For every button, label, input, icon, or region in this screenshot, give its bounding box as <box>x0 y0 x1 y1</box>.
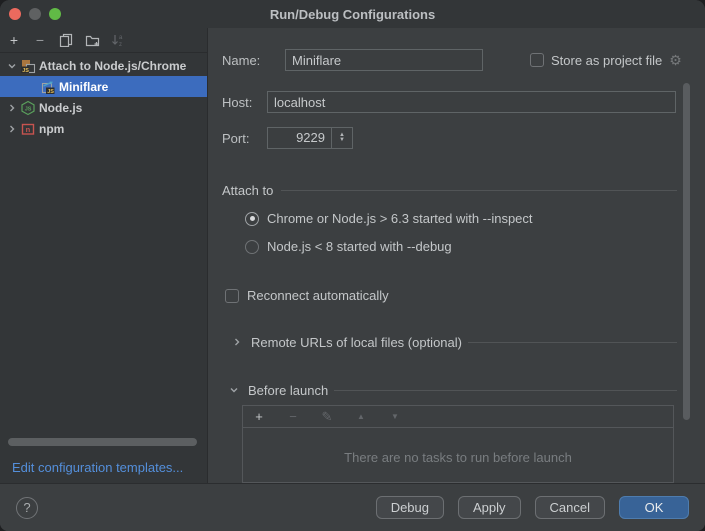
apply-button[interactable]: Apply <box>458 496 521 519</box>
radio-unselected-icon <box>245 240 259 254</box>
configuration-form: Name: Store as project file ⚙ Host: Port… <box>208 28 705 483</box>
svg-text:JS: JS <box>25 106 32 112</box>
svg-text:z: z <box>119 42 122 47</box>
name-input[interactable] <box>285 49 483 71</box>
minus-icon: − <box>289 410 297 424</box>
help-button[interactable]: ? <box>16 497 38 519</box>
radio-label: Chrome or Node.js > 6.3 started with --i… <box>267 211 533 226</box>
tree-item-attach-to-nodejs-chrome[interactable]: JS Attach to Node.js/Chrome <box>0 55 207 76</box>
store-as-project-file-checkbox[interactable] <box>530 53 544 67</box>
tree-item-label: Attach to Node.js/Chrome <box>39 59 186 73</box>
tree-item-label: Miniflare <box>59 80 108 94</box>
configurations-sidebar: + − <box>0 28 208 483</box>
reconnect-automatically-checkbox-row[interactable]: Reconnect automatically <box>225 288 389 303</box>
attach-config-type-icon: JS <box>20 58 36 74</box>
tree-item-label: npm <box>39 122 64 136</box>
stepper-down-icon: ▼ <box>339 138 345 143</box>
dialog-title: Run/Debug Configurations <box>0 7 705 22</box>
store-as-project-file-label: Store as project file <box>551 53 662 68</box>
configurations-tree: JS Attach to Node.js/Chrome JS <box>0 53 207 139</box>
minus-icon: − <box>36 33 44 47</box>
sort-configurations-icon[interactable]: a z <box>110 32 126 48</box>
attach-to-label: Attach to <box>222 183 273 198</box>
remove-configuration-icon[interactable]: − <box>32 32 48 48</box>
radio-selected-icon <box>245 212 259 226</box>
npm-icon: n <box>20 121 36 137</box>
sort-alphabetically-icon: a z <box>111 33 125 47</box>
remote-urls-label: Remote URLs of local files (optional) <box>251 335 462 350</box>
zoom-window-button[interactable] <box>49 8 61 20</box>
separator-line <box>334 390 677 391</box>
plus-icon: + <box>255 410 263 424</box>
port-input[interactable]: 9229 ▲ ▼ <box>267 127 353 149</box>
attach-to-section-header: Attach to <box>222 183 677 197</box>
nodejs-icon: JS <box>20 100 36 116</box>
port-label: Port: <box>222 131 249 146</box>
before-launch-tasks-panel: + − ✎ ▲ ▼ There are no tasks to run <box>242 405 674 483</box>
reconnect-checkbox[interactable] <box>225 289 239 303</box>
chevron-down-icon <box>226 385 242 395</box>
gear-icon[interactable]: ⚙ <box>669 53 682 67</box>
plus-icon: + <box>10 33 18 47</box>
form-vertical-scrollbar[interactable] <box>683 83 690 420</box>
copy-configuration-icon[interactable] <box>58 32 74 48</box>
tree-item-npm[interactable]: n npm <box>0 118 207 139</box>
add-configuration-icon[interactable]: + <box>6 32 22 48</box>
minimize-window-button[interactable] <box>29 8 41 20</box>
host-label: Host: <box>222 95 252 110</box>
new-folder-icon[interactable] <box>84 32 100 48</box>
chevron-down-icon[interactable] <box>4 61 20 71</box>
copy-icon <box>59 33 73 47</box>
titlebar: Run/Debug Configurations <box>0 0 705 28</box>
remote-urls-section-header[interactable]: Remote URLs of local files (optional) <box>225 335 677 349</box>
before-launch-label: Before launch <box>248 383 328 398</box>
svg-text:JS: JS <box>22 67 29 73</box>
dialog-footer: ? Debug Apply Cancel OK <box>0 483 705 531</box>
footer-buttons: Debug Apply Cancel OK <box>376 496 689 519</box>
host-input[interactable] <box>267 91 676 113</box>
svg-text:a: a <box>119 35 123 41</box>
radio-chrome-or-nodejs-inspect[interactable]: Chrome or Node.js > 6.3 started with --i… <box>245 211 533 226</box>
tree-item-nodejs[interactable]: JS Node.js <box>0 97 207 118</box>
chevron-right-icon[interactable] <box>4 124 20 134</box>
arrow-down-icon: ▼ <box>391 410 399 424</box>
add-task-icon[interactable]: + <box>251 409 267 425</box>
before-launch-toolbar: + − ✎ ▲ ▼ <box>243 406 673 428</box>
move-task-up-icon[interactable]: ▲ <box>353 409 369 425</box>
reconnect-label: Reconnect automatically <box>247 288 389 303</box>
store-as-project-file: Store as project file ⚙ <box>530 50 682 70</box>
attach-run-config-icon: JS <box>40 79 56 95</box>
chevron-right-icon <box>229 337 245 347</box>
pencil-icon: ✎ <box>322 410 333 424</box>
cancel-button[interactable]: Cancel <box>535 496 605 519</box>
folder-plus-icon <box>85 33 100 47</box>
name-label: Name: <box>222 53 260 68</box>
arrow-up-icon: ▲ <box>357 410 365 424</box>
close-window-button[interactable] <box>9 8 21 20</box>
run-debug-configurations-dialog: Run/Debug Configurations + − <box>0 0 705 531</box>
radio-nodejs-debug[interactable]: Node.js < 8 started with --debug <box>245 239 452 254</box>
svg-text:JS: JS <box>47 88 54 94</box>
radio-label: Node.js < 8 started with --debug <box>267 239 452 254</box>
port-value: 9229 <box>268 128 331 148</box>
debug-button[interactable]: Debug <box>376 496 444 519</box>
edit-task-icon[interactable]: ✎ <box>319 409 335 425</box>
chevron-right-icon[interactable] <box>4 103 20 113</box>
tree-item-miniflare[interactable]: JS Miniflare <box>0 76 207 97</box>
ok-button[interactable]: OK <box>619 496 689 519</box>
no-tasks-message: There are no tasks to run before launch <box>243 450 673 465</box>
edit-configuration-templates-link[interactable]: Edit configuration templates... <box>12 460 183 475</box>
svg-text:n: n <box>26 125 31 134</box>
sidebar-toolbar: + − <box>0 28 207 53</box>
separator-line <box>468 342 677 343</box>
move-task-down-icon[interactable]: ▼ <box>387 409 403 425</box>
separator-line <box>281 190 677 191</box>
port-stepper[interactable]: ▲ ▼ <box>331 128 352 148</box>
tree-item-label: Node.js <box>39 101 82 115</box>
sidebar-horizontal-scrollbar[interactable] <box>8 438 197 446</box>
window-controls <box>0 8 61 20</box>
before-launch-section-header[interactable]: Before launch <box>222 383 677 397</box>
remove-task-icon[interactable]: − <box>285 409 301 425</box>
